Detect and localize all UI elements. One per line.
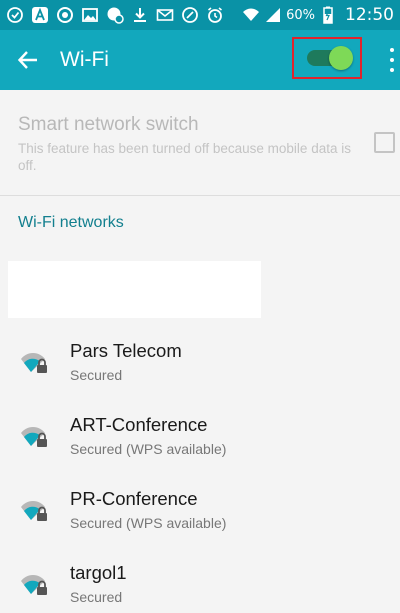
redacted-network-item [8, 261, 261, 318]
network-security: Secured (WPS available) [70, 441, 227, 457]
app-bar: Wi-Fi [0, 30, 400, 90]
wifi-networks-header: Wi-Fi networks [18, 214, 124, 231]
network-item[interactable]: PR-Conference Secured (WPS available) [0, 478, 400, 548]
network-security: Secured (WPS available) [70, 515, 227, 531]
wifi-locked-icon [21, 353, 47, 373]
smart-network-title: Smart network switch [18, 114, 199, 135]
wifi-locked-icon [21, 501, 47, 521]
image-icon [81, 6, 99, 24]
battery-percentage: 60% [286, 7, 315, 23]
network-item[interactable]: targol1 Secured [0, 552, 400, 613]
network-name: Pars Telecom [70, 340, 182, 361]
data-usage-icon [181, 6, 199, 24]
more-vert-icon [390, 48, 394, 52]
alarm-icon [206, 6, 224, 24]
network-name: ART-Conference [70, 414, 208, 435]
smart-network-description: This feature has been turned off because… [18, 141, 351, 173]
back-button[interactable] [0, 30, 56, 90]
status-system-icons: 60% 12:50 [242, 5, 394, 25]
cellular-signal-icon [264, 6, 282, 24]
wifi-locked-icon [21, 575, 47, 595]
mail-icon [156, 6, 174, 24]
wifi-toggle[interactable] [307, 46, 353, 70]
network-security: Secured [70, 367, 123, 383]
network-item[interactable]: ART-Conference Secured (WPS available) [0, 404, 400, 474]
network-item[interactable]: Pars Telecom Secured [0, 330, 400, 400]
acrobat-icon [31, 6, 49, 24]
wifi-signal-icon [242, 6, 260, 24]
security-icon [106, 6, 124, 24]
wifi-toggle-thumb [329, 46, 353, 70]
status-notification-icons [6, 6, 224, 24]
page-title: Wi-Fi [60, 48, 109, 71]
status-bar: 60% 12:50 [0, 0, 400, 30]
wifi-toggle-highlight[interactable] [292, 37, 362, 79]
notification-icon [6, 6, 24, 24]
network-name: targol1 [70, 562, 127, 583]
status-time: 12:50 [345, 5, 394, 25]
network-name: PR-Conference [70, 488, 198, 509]
arrow-left-icon [17, 51, 37, 69]
smart-network-checkbox[interactable] [374, 132, 395, 153]
more-options-button[interactable] [384, 46, 400, 74]
battery-charging-icon [319, 6, 337, 24]
smart-network-switch-setting: Smart network switch This feature has be… [0, 90, 400, 196]
network-security: Secured [70, 589, 123, 605]
sync-icon [56, 6, 74, 24]
wifi-locked-icon [21, 427, 47, 447]
download-icon [131, 6, 149, 24]
